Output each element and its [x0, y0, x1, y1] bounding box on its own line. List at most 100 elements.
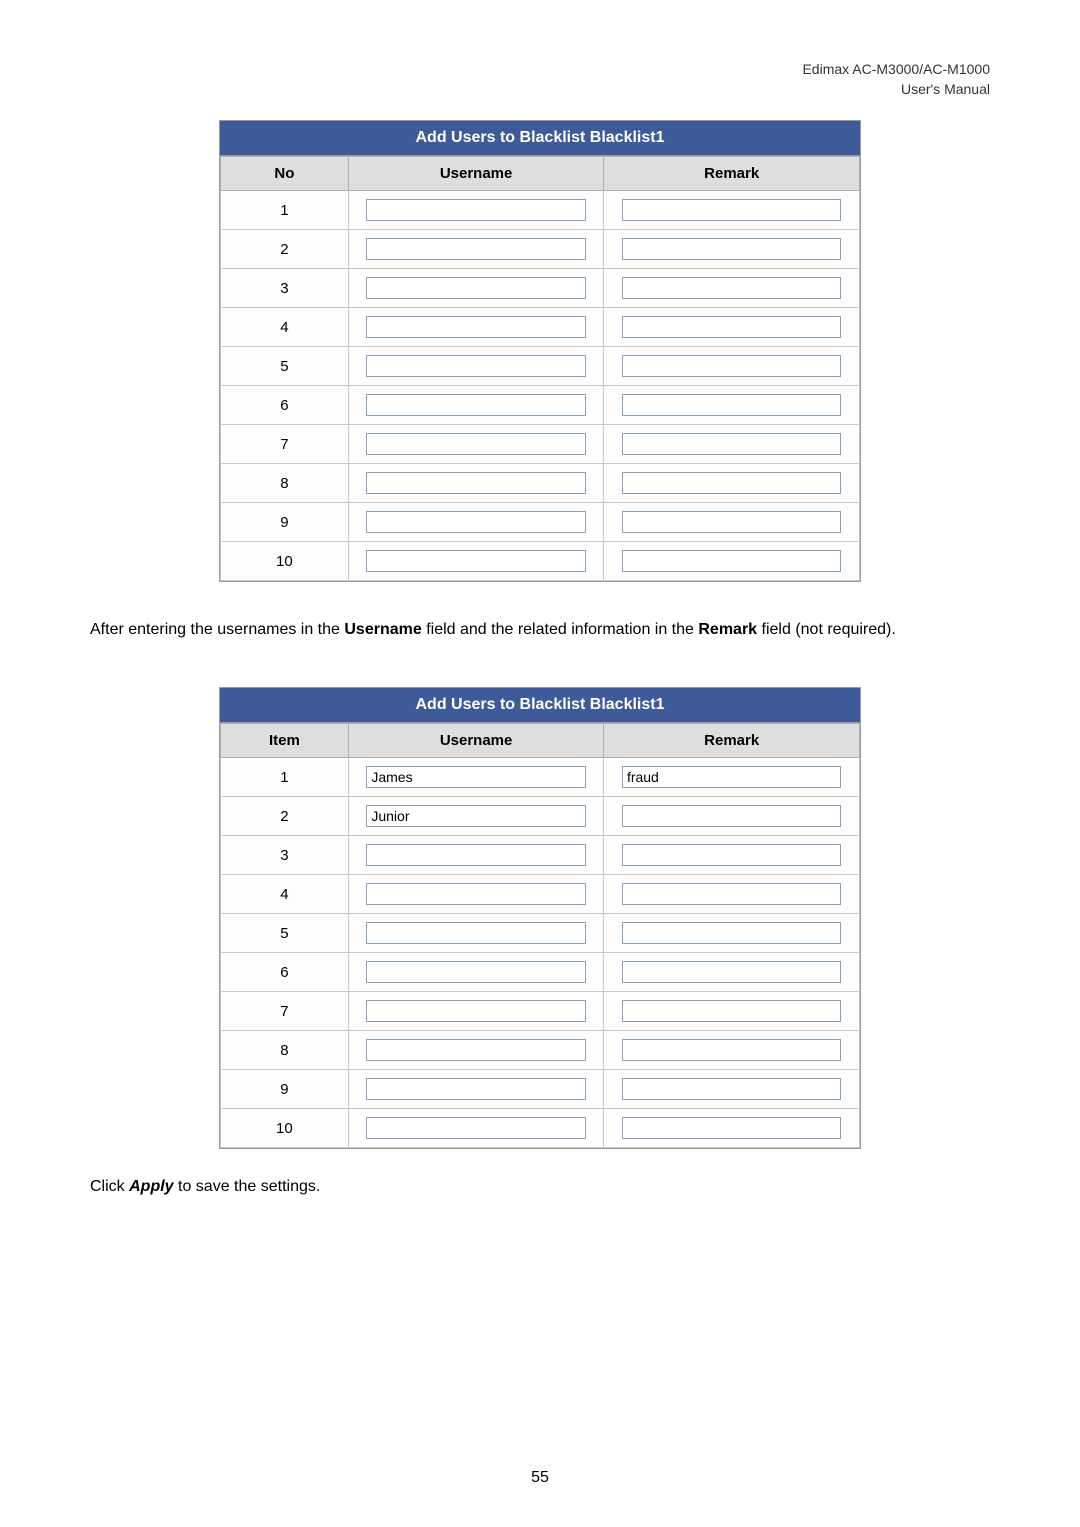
remark-cell	[604, 308, 860, 347]
remark-cell	[604, 542, 860, 581]
remark-input[interactable]	[622, 199, 842, 221]
remark-cell	[604, 191, 860, 230]
username-input[interactable]	[366, 433, 586, 455]
username-input[interactable]	[366, 961, 586, 983]
table-row: 9	[221, 1070, 860, 1109]
remark-input[interactable]	[622, 433, 842, 455]
username-input[interactable]	[366, 1039, 586, 1061]
table-row: 6	[221, 386, 860, 425]
closing-line: Click Apply to save the settings.	[90, 1169, 990, 1204]
row-number: 5	[221, 347, 349, 386]
row-number: 9	[221, 503, 349, 542]
table-row: 7	[221, 992, 860, 1031]
remark-input[interactable]	[622, 961, 842, 983]
username-cell	[348, 797, 604, 836]
row-number: 4	[221, 308, 349, 347]
col-item: Item	[221, 724, 349, 758]
remark-input[interactable]	[622, 277, 842, 299]
row-number: 2	[221, 230, 349, 269]
row-number: 2	[221, 797, 349, 836]
row-number: 1	[221, 758, 349, 797]
username-input[interactable]	[366, 550, 586, 572]
table-row: 5	[221, 914, 860, 953]
remark-cell	[604, 425, 860, 464]
remark-input[interactable]	[622, 1000, 842, 1022]
username-input[interactable]	[366, 1000, 586, 1022]
username-input[interactable]	[366, 277, 586, 299]
username-cell	[348, 758, 604, 797]
remark-input[interactable]	[622, 922, 842, 944]
username-input[interactable]	[366, 238, 586, 260]
row-number: 6	[221, 953, 349, 992]
username-input[interactable]	[366, 316, 586, 338]
remark-cell	[604, 875, 860, 914]
row-number: 9	[221, 1070, 349, 1109]
remark-input[interactable]	[622, 1039, 842, 1061]
remark-cell	[604, 914, 860, 953]
remark-input[interactable]	[622, 511, 842, 533]
table1-title: Add Users to Blacklist Blacklist1	[220, 121, 860, 156]
username-cell	[348, 875, 604, 914]
remark-input[interactable]	[622, 844, 842, 866]
table-row: 4	[221, 308, 860, 347]
remark-input[interactable]	[622, 1117, 842, 1139]
remark-input[interactable]	[622, 550, 842, 572]
remark-input[interactable]	[622, 238, 842, 260]
remark-input[interactable]	[622, 472, 842, 494]
table-row: 3	[221, 269, 860, 308]
doc-header: Edimax AC-M3000/AC-M1000 User's Manual	[802, 60, 990, 99]
row-number: 7	[221, 992, 349, 1031]
remark-input[interactable]	[622, 394, 842, 416]
remark-input[interactable]	[622, 766, 842, 788]
row-number: 8	[221, 1031, 349, 1070]
username-input[interactable]	[366, 355, 586, 377]
table-row: 7	[221, 425, 860, 464]
blacklist-table-2: Item Username Remark 12345678910	[220, 723, 860, 1148]
table-row: 1	[221, 191, 860, 230]
remark-cell	[604, 992, 860, 1031]
username-input[interactable]	[366, 394, 586, 416]
remark-input[interactable]	[622, 316, 842, 338]
username-cell	[348, 386, 604, 425]
remark-cell	[604, 503, 860, 542]
row-number: 5	[221, 914, 349, 953]
table-row: 1	[221, 758, 860, 797]
table-row: 10	[221, 1109, 860, 1148]
username-input[interactable]	[366, 511, 586, 533]
row-number: 6	[221, 386, 349, 425]
remark-cell	[604, 758, 860, 797]
row-number: 10	[221, 1109, 349, 1148]
remark-cell	[604, 1031, 860, 1070]
username-cell	[348, 836, 604, 875]
table-row: 3	[221, 836, 860, 875]
table-row: 6	[221, 953, 860, 992]
username-cell	[348, 191, 604, 230]
username-cell	[348, 464, 604, 503]
table-row: 5	[221, 347, 860, 386]
username-input[interactable]	[366, 766, 586, 788]
table-row: 8	[221, 1031, 860, 1070]
username-input[interactable]	[366, 844, 586, 866]
username-cell	[348, 308, 604, 347]
remark-input[interactable]	[622, 805, 842, 827]
remark-cell	[604, 230, 860, 269]
remark-input[interactable]	[622, 1078, 842, 1100]
username-cell	[348, 425, 604, 464]
remark-cell	[604, 836, 860, 875]
username-cell	[348, 992, 604, 1031]
username-input[interactable]	[366, 1117, 586, 1139]
blacklist-table-1: No Username Remark 12345678910	[220, 156, 860, 581]
row-number: 3	[221, 836, 349, 875]
remark-input[interactable]	[622, 355, 842, 377]
username-input[interactable]	[366, 199, 586, 221]
username-cell	[348, 347, 604, 386]
username-input[interactable]	[366, 472, 586, 494]
col-remark: Remark	[604, 157, 860, 191]
page-number: 55	[0, 1469, 1080, 1487]
username-input[interactable]	[366, 805, 586, 827]
table-row: 8	[221, 464, 860, 503]
remark-input[interactable]	[622, 883, 842, 905]
username-input[interactable]	[366, 883, 586, 905]
username-input[interactable]	[366, 922, 586, 944]
username-input[interactable]	[366, 1078, 586, 1100]
